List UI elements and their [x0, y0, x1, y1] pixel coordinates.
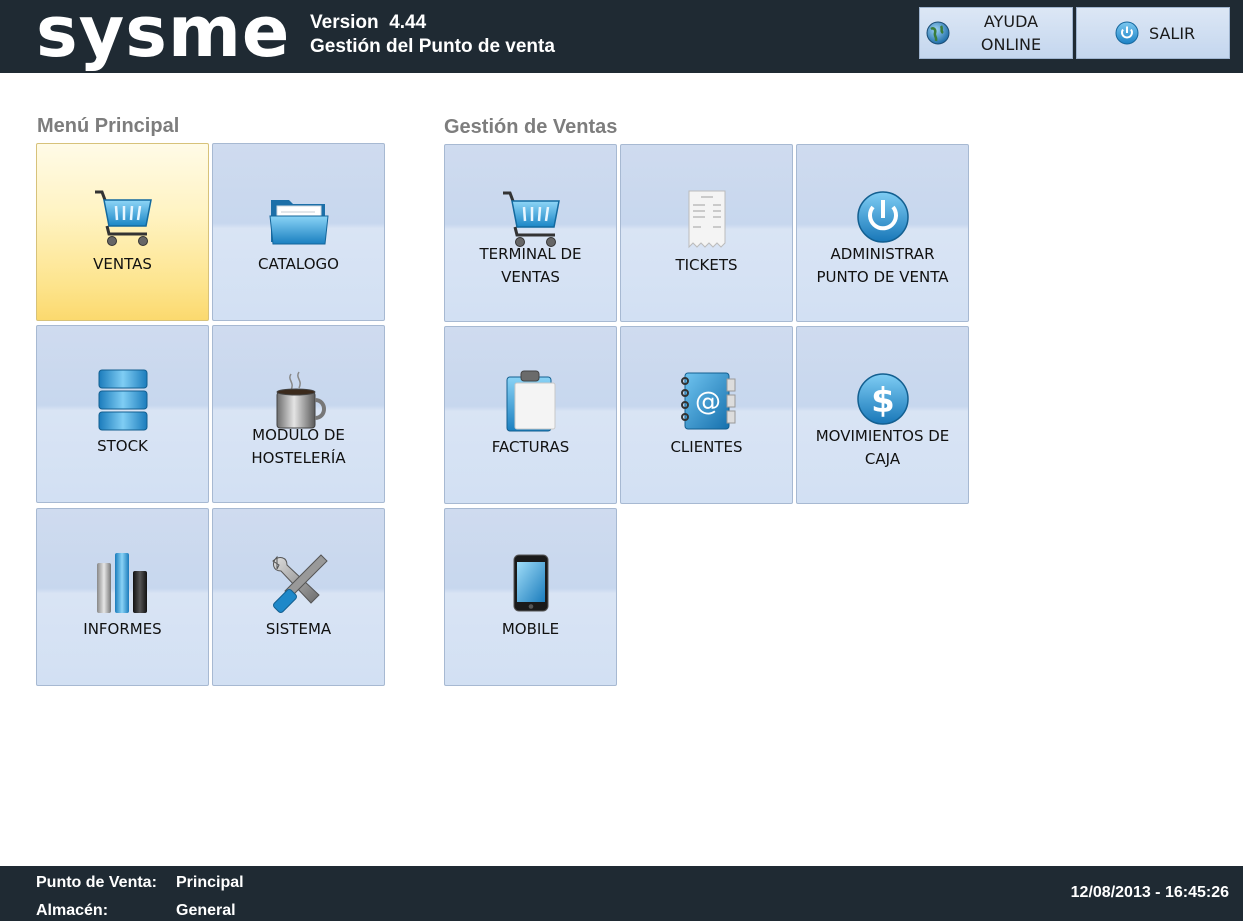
warehouse-value: General: [176, 902, 236, 919]
tile-label: MOBILE: [501, 620, 560, 638]
tile-label: MOVIMIENTOS DE CAJA: [815, 427, 950, 468]
tile-tickets[interactable]: TICKETS: [620, 144, 793, 322]
pos-value: Principal: [176, 874, 244, 891]
tile-terminal-ventas[interactable]: TERMINAL DE VENTAS: [444, 144, 617, 322]
tile-label: INFORMES: [83, 620, 162, 638]
clipboard-icon: [506, 370, 555, 432]
main-menu-title: Menú Principal: [37, 115, 180, 137]
tile-label: MODULO DE HOSTELERÍA: [251, 426, 346, 467]
tile-clientes[interactable]: @ CLIENTES: [620, 326, 793, 504]
tile-movimientos-caja[interactable]: $ MOVIMIENTOS DE CAJA: [796, 326, 969, 504]
tools-icon: [271, 554, 328, 613]
exit-label: SALIR: [1149, 23, 1196, 43]
pos-label: Punto de Venta:: [36, 874, 157, 891]
status-bar: Punto de Venta: Principal Almacén: Gener…: [0, 866, 1243, 921]
app-subtitle: Gestión del Punto de venta: [310, 36, 555, 57]
smartphone-icon: [513, 554, 548, 612]
sales-menu-title: Gestión de Ventas: [444, 116, 618, 138]
tile-label: STOCK: [97, 437, 148, 455]
power-icon: [1115, 21, 1139, 45]
top-bar: sysme Version 4.44 Gestión del Punto de …: [0, 0, 1243, 73]
tile-label: TERMINAL DE VENTAS: [479, 245, 582, 286]
app-logo: sysme: [36, 0, 291, 73]
dollar-icon: $: [856, 373, 909, 425]
coffee-cup-icon: [276, 371, 326, 429]
tile-sistema[interactable]: SISTEMA: [212, 508, 385, 686]
folder-icon: [268, 200, 329, 245]
shopping-cart-icon: [94, 190, 152, 246]
tile-label: VENTAS: [93, 255, 152, 273]
exit-button[interactable]: SALIR: [1076, 7, 1230, 59]
address-book-icon: @: [680, 372, 735, 430]
svg-text:@: @: [695, 387, 721, 417]
tile-hosteleria[interactable]: MODULO DE HOSTELERÍA: [212, 325, 385, 503]
database-icon: [98, 369, 147, 431]
bar-chart-icon: [96, 553, 147, 613]
tile-ventas[interactable]: VENTAS: [36, 143, 209, 321]
tile-label: CLIENTES: [670, 438, 743, 456]
tile-label: ADMINISTRAR PUNTO DE VENTA: [816, 245, 949, 286]
warehouse-label: Almacén:: [36, 902, 109, 919]
globe-icon: [926, 21, 950, 45]
tile-facturas[interactable]: FACTURAS: [444, 326, 617, 504]
tile-label: SISTEMA: [265, 620, 332, 638]
tile-informes[interactable]: INFORMES: [36, 508, 209, 686]
shopping-cart-icon: [502, 191, 560, 247]
tile-mobile[interactable]: MOBILE: [444, 508, 617, 686]
help-online-label: AYUDA ONLINE: [980, 12, 1042, 54]
tile-administrar-pos[interactable]: ADMINISTRAR PUNTO DE VENTA: [796, 144, 969, 322]
power-icon: [856, 191, 909, 243]
svg-text:$: $: [871, 381, 895, 421]
tile-catalogo[interactable]: CATALOGO: [212, 143, 385, 321]
datetime-display: 12/08/2013 - 16:45:26: [1070, 884, 1229, 901]
tile-label: CATALOGO: [258, 255, 339, 273]
version-info: Version 4.44 Gestión del Punto de venta: [310, 11, 555, 59]
version-label: Version 4.44: [310, 12, 427, 33]
tile-label: TICKETS: [675, 256, 738, 274]
help-online-button[interactable]: AYUDA ONLINE: [919, 7, 1073, 59]
tile-label: FACTURAS: [491, 438, 570, 456]
receipt-icon: [688, 190, 725, 249]
tile-stock[interactable]: STOCK: [36, 325, 209, 503]
